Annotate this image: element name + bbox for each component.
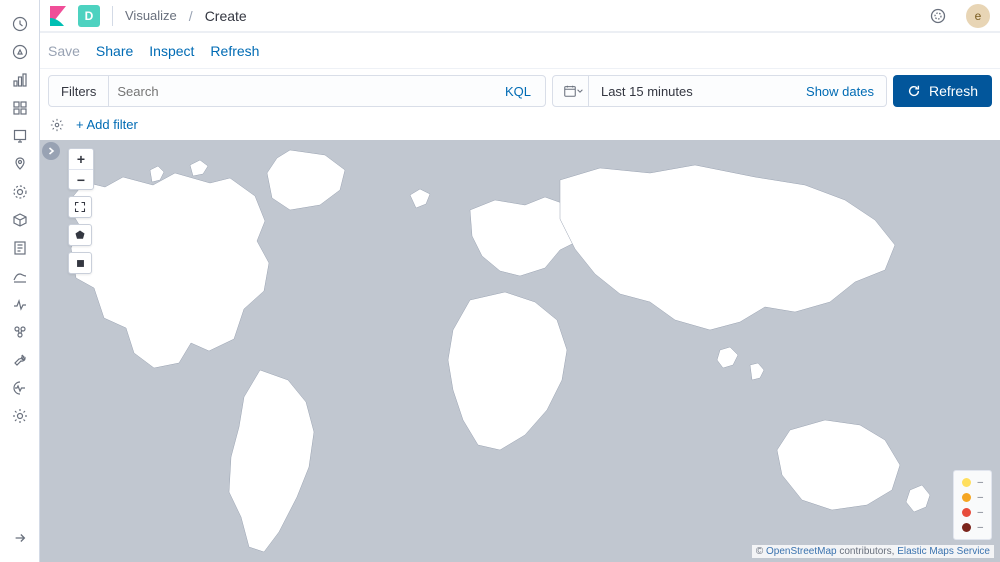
breadcrumb-section[interactable]: Visualize [125,8,177,23]
time-range-label[interactable]: Last 15 minutes [589,84,794,99]
management-icon[interactable] [0,402,40,430]
monitor-icon[interactable] [0,374,40,402]
ml-icon[interactable] [0,178,40,206]
query-language-toggle[interactable]: KQL [491,84,545,99]
refresh-button-label: Refresh [929,83,978,99]
filter-row: + Add filter [40,113,1000,140]
zoom-in-button[interactable]: + [69,149,93,169]
uptime-icon[interactable] [0,290,40,318]
legend-item: – [962,507,983,518]
time-picker: Last 15 minutes Show dates [552,75,887,107]
global-header: D Visualize / Create e [40,0,1000,33]
calendar-icon[interactable] [553,76,589,106]
dashboard-icon[interactable] [0,94,40,122]
expand-panel-icon[interactable] [42,142,60,160]
draw-bounds-button[interactable] [68,252,92,274]
siem-icon[interactable] [0,318,40,346]
devtools-icon[interactable] [0,346,40,374]
infra-icon[interactable] [0,206,40,234]
legend-item: – [962,522,983,533]
ems-link[interactable]: Elastic Maps Service [897,546,990,557]
osm-link[interactable]: OpenStreetMap [766,546,837,557]
add-filter-button[interactable]: + Add filter [76,117,138,132]
map-attribution: © OpenStreetMap contributors, Elastic Ma… [752,545,994,558]
breadcrumb-sep: / [185,8,197,24]
refresh-button[interactable]: Refresh [893,75,992,107]
collapse-nav-icon[interactable] [0,524,40,552]
newsfeed-icon[interactable] [924,2,952,30]
side-nav [0,0,40,562]
search-box: Filters KQL [48,75,546,107]
save-button[interactable]: Save [48,43,80,59]
recent-icon[interactable] [0,10,40,38]
kibana-logo[interactable] [48,4,68,28]
discover-icon[interactable] [0,38,40,66]
inspect-button[interactable]: Inspect [149,43,194,59]
zoom-out-button[interactable]: − [69,169,93,189]
query-bar: Filters KQL Last 15 minutes Show dates R… [40,69,1000,113]
map-canvas[interactable]: + − – – – – [40,140,1000,562]
maps-icon[interactable] [0,150,40,178]
canvas-icon[interactable] [0,122,40,150]
legend-item: – [962,492,983,503]
fit-bounds-button[interactable] [68,196,92,218]
breadcrumb-current: Create [205,8,247,24]
search-input[interactable] [109,84,491,99]
refresh-link[interactable]: Refresh [210,43,259,59]
show-dates-button[interactable]: Show dates [794,84,886,99]
divider [112,6,113,26]
visualize-icon[interactable] [0,66,40,94]
map-legend: – – – – [953,470,992,540]
space-selector[interactable]: D [78,5,100,27]
share-button[interactable]: Share [96,43,133,59]
apm-icon[interactable] [0,262,40,290]
draw-polygon-button[interactable] [68,224,92,246]
legend-item: – [962,477,983,488]
user-avatar[interactable]: e [966,4,990,28]
filter-options-icon[interactable] [48,118,66,132]
logs-icon[interactable] [0,234,40,262]
viz-toolbar: Save Share Inspect Refresh [40,33,1000,69]
map-tools: + − [68,148,94,274]
filters-label[interactable]: Filters [49,76,109,106]
world-map-svg [40,140,1000,560]
